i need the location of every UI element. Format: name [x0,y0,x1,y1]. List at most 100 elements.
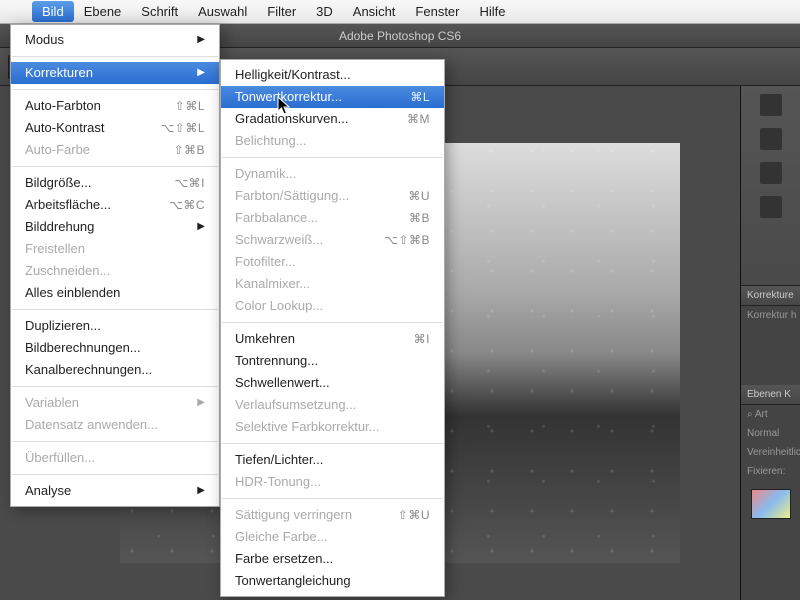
menu-item-label: Freistellen [25,240,85,258]
menu-shortcut: ⌥⌘C [169,196,205,214]
bild-item-überfüllen: Überfüllen... [11,447,219,469]
menu-item-label: Gradationskurven... [235,110,348,128]
menu-separator [12,474,218,475]
menu-separator [222,157,443,158]
menu-item-label: Farbe ersetzen... [235,550,333,568]
korrekturen-item-tonwertangleichung[interactable]: Tonwertangleichung [221,570,444,592]
blend-mode[interactable]: Normal [741,424,800,443]
menu-item-label: Duplizieren... [25,317,101,335]
menu-shortcut: ⌘I [414,330,430,348]
panel-icon-strip [741,86,800,286]
bild-item-korrekturen[interactable]: Korrekturen▶ [11,62,219,84]
layer-row[interactable] [741,481,800,527]
menu-shortcut: ⌘B [409,209,430,227]
menu-shortcut: ⇧⌘U [398,506,430,524]
menu-item-label: Auto-Kontrast [25,119,105,137]
korrekturen-item-farbton-sättigung: Farbton/Sättigung... ⌘U [221,185,444,207]
panel-icon[interactable] [760,162,782,184]
korrekturen-item-farbe-ersetzen[interactable]: Farbe ersetzen... [221,548,444,570]
menu-item-label: Tonwertkorrektur... [235,88,342,106]
panel-icon[interactable] [760,94,782,116]
menu-fenster[interactable]: Fenster [405,1,469,22]
bild-item-kanalberechnungen[interactable]: Kanalberechnungen... [11,359,219,381]
filter-kind-label: Art [755,409,768,420]
menu-hilfe[interactable]: Hilfe [470,1,516,22]
korrekturen-item-selektive-farbkorrektur: Selektive Farbkorrektur... [221,416,444,438]
menu-item-label: Analyse [25,482,71,500]
menu-item-label: Kanalberechnungen... [25,361,152,379]
bild-item-arbeitsfläche[interactable]: Arbeitsfläche...⌥⌘C [11,194,219,216]
menu-item-label: Tontrennung... [235,352,318,370]
korrekturen-item-umkehren[interactable]: Umkehren ⌘I [221,328,444,350]
bild-item-bilddrehung[interactable]: Bilddrehung ▶ [11,216,219,238]
bild-item-auto-farbton[interactable]: Auto-Farbton⇧⌘L [11,95,219,117]
bild-item-variablen: Variablen ▶ [11,392,219,414]
menu-shortcut: ⌘U [408,187,430,205]
menu-item-label: Farbbalance... [235,209,318,227]
bild-item-analyse[interactable]: Analyse▶ [11,480,219,502]
menu-3d[interactable]: 3D [306,1,343,22]
menu-separator [12,166,218,167]
menu-filter[interactable]: Filter [257,1,306,22]
menu-separator [12,309,218,310]
menu-separator [12,386,218,387]
korrekturen-item-hdr-tonung: HDR-Tonung... [221,471,444,493]
korrekturen-item-schwellenwert[interactable]: Schwellenwert... [221,372,444,394]
menu-ansicht[interactable]: Ansicht [343,1,406,22]
menu-shortcut: ⌘L [410,88,430,106]
menu-item-label: Bildgröße... [25,174,91,192]
menu-separator [222,322,443,323]
bild-item-datensatz-anwenden: Datensatz anwenden... [11,414,219,436]
panel-icon[interactable] [760,196,782,218]
menu-separator [12,441,218,442]
menu-item-label: Modus [25,31,64,49]
korrekturen-item-schwarzweiß: Schwarzweiß...⌥⇧⌘B [221,229,444,251]
korrekturen-item-helligkeit-kontrast[interactable]: Helligkeit/Kontrast... [221,64,444,86]
menu-auswahl[interactable]: Auswahl [188,1,257,22]
korrekturen-item-verlaufsumsetzung: Verlaufsumsetzung... [221,394,444,416]
menu-item-label: Color Lookup... [235,297,323,315]
korrekturen-item-dynamik: Dynamik... [221,163,444,185]
submenu-arrow-icon: ▶ [197,31,205,49]
bild-item-bildgröße[interactable]: Bildgröße...⌥⌘I [11,172,219,194]
menu-shortcut: ⇧⌘B [173,141,205,159]
search-icon: ⌕ [747,409,753,420]
menu-schrift[interactable]: Schrift [131,1,188,22]
menu-item-label: Korrekturen [25,64,93,82]
unify-label: Vereinheitlic [741,443,800,462]
layer-thumbnail[interactable] [751,489,791,519]
menu-shortcut: ⇧⌘L [175,97,205,115]
menu-item-label: Tonwertangleichung [235,572,351,590]
bild-item-modus[interactable]: Modus ▶ [11,29,219,51]
panel-subtext: Korrektur h [741,306,800,325]
menu-shortcut: ⌥⇧⌘L [160,119,205,137]
menu-item-label: Umkehren [235,330,295,348]
apple-menu-icon[interactable] [8,4,24,20]
menu-item-label: Bilddrehung [25,218,94,236]
menu-item-label: Auto-Farbe [25,141,90,159]
menu-item-label: Gleiche Farbe... [235,528,328,546]
bild-item-alles-einblenden[interactable]: Alles einblenden [11,282,219,304]
korrekturen-item-gradationskurven[interactable]: Gradationskurven...⌘M [221,108,444,130]
korrekturen-item-color-lookup: Color Lookup... [221,295,444,317]
korrekturen-item-tonwertkorrektur[interactable]: Tonwertkorrektur... ⌘L [221,86,444,108]
korrekturen-item-tontrennung[interactable]: Tontrennung... [221,350,444,372]
bild-item-duplizieren[interactable]: Duplizieren... [11,315,219,337]
layer-filter-row[interactable]: ⌕ Art [741,405,800,424]
menu-item-label: Variablen [25,394,79,412]
menu-bild[interactable]: Bild [32,1,74,22]
panel-header-korrekturen[interactable]: Korrekture [741,286,800,306]
menu-separator [12,89,218,90]
panel-icon[interactable] [760,128,782,150]
lock-label: Fixieren: [741,462,800,481]
korrekturen-item-tiefen-lichter[interactable]: Tiefen/Lichter... [221,449,444,471]
submenu-arrow-icon: ▶ [197,218,205,236]
menu-ebene[interactable]: Ebene [74,1,132,22]
submenu-arrow-icon: ▶ [197,394,205,412]
panel-header-ebenen[interactable]: Ebenen K [741,385,800,405]
menu-item-label: Datensatz anwenden... [25,416,158,434]
menu-item-label: Zuschneiden... [25,262,110,280]
bild-item-auto-kontrast[interactable]: Auto-Kontrast ⌥⇧⌘L [11,117,219,139]
bild-item-bildberechnungen[interactable]: Bildberechnungen... [11,337,219,359]
menu-item-label: Farbton/Sättigung... [235,187,349,205]
